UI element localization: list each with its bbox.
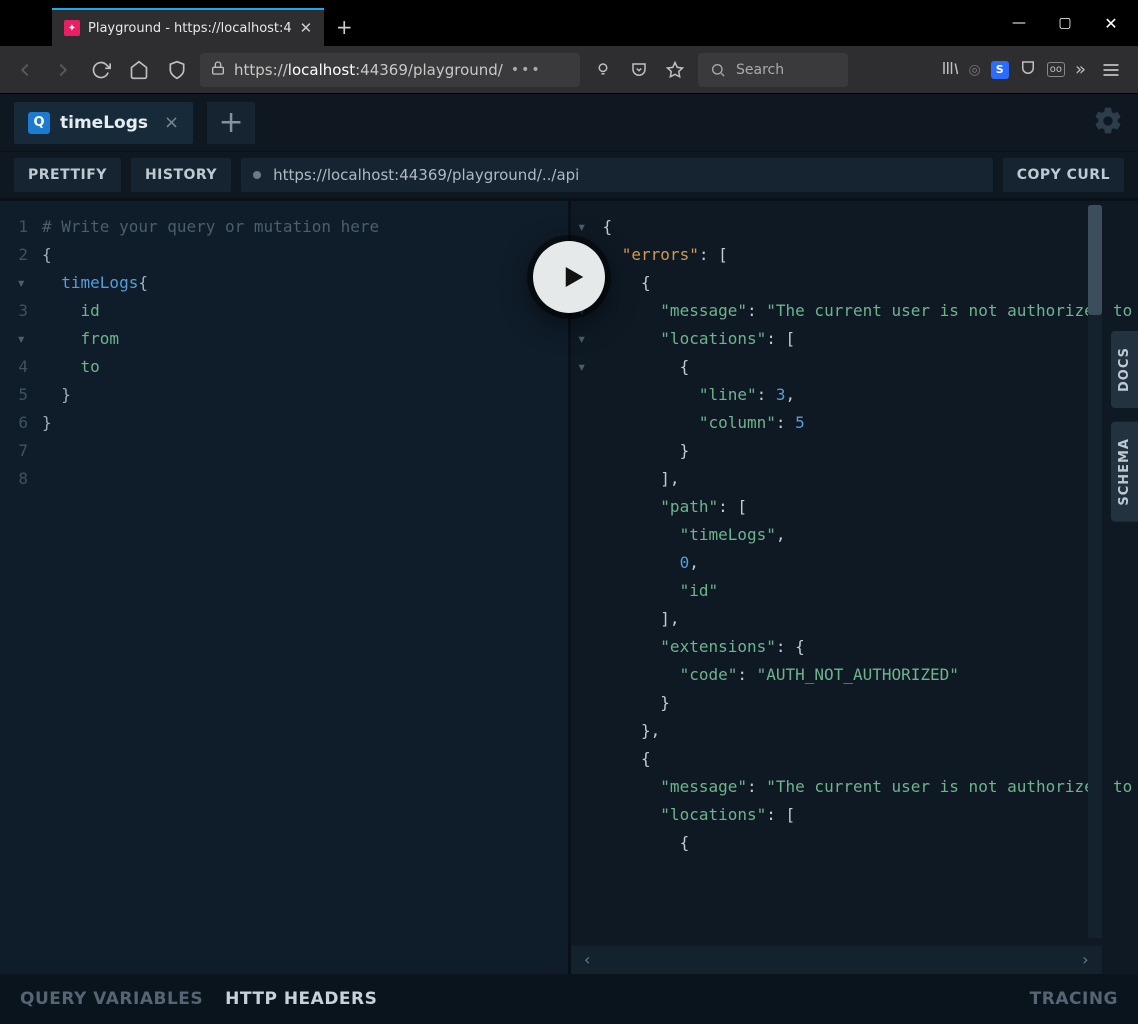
http-headers-tab[interactable]: HTTP HEADERS [225,989,377,1009]
query-variables-tab[interactable]: QUERY VARIABLES [20,989,203,1009]
app-window: ✦ Playground - https://localhost:4 ✕ + —… [0,0,1138,1024]
ublock-icon[interactable] [1019,59,1037,81]
new-browser-tab-button[interactable]: + [324,8,364,46]
query-type-badge: Q [28,112,50,134]
settings-button[interactable] [1092,105,1124,141]
shield-icon[interactable] [162,55,192,85]
docs-tab[interactable]: DOCS [1111,331,1138,408]
browser-menu-button[interactable] [1094,53,1128,87]
side-panel-tabs: DOCS SCHEMA [1111,331,1138,522]
execute-button[interactable] [533,241,605,313]
lock-icon [210,60,226,80]
query-editor[interactable]: 1 2 ▾ 3 ▾ 4 5 6 7 8 # Write your query o… [0,201,568,974]
extension-icon-s[interactable]: S [991,61,1009,79]
result-pane[interactable]: ▾ ▾ ▾ ▾ ▾ ▾ { "errors": [ { "message": "… [568,201,1138,974]
query-tab-name: timeLogs [60,113,148,133]
result-horizontal-scrollbar[interactable]: ‹ › [571,946,1103,974]
close-tab-icon[interactable]: ✕ [300,19,313,37]
scroll-left-icon[interactable]: ‹ [583,946,593,974]
result-scrollbar[interactable] [1088,205,1102,315]
gear-icon [1092,105,1124,137]
browser-tab[interactable]: ✦ Playground - https://localhost:4 ✕ [52,8,324,46]
maximize-button[interactable]: ▢ [1042,0,1088,46]
query-tabs-row: Q timeLogs × + [0,94,1138,152]
close-window-button[interactable]: ✕ [1088,0,1134,46]
tracing-tab[interactable]: TRACING [1030,989,1118,1009]
url-text: https://localhost:44369/playground/ [234,61,503,79]
workspace: 1 2 ▾ 3 ▾ 4 5 6 7 8 # Write your query o… [0,198,1138,974]
back-button[interactable] [10,55,40,85]
search-placeholder: Search [736,62,784,78]
forward-button[interactable] [48,55,78,85]
editor-gutter: 1 2 ▾ 3 ▾ 4 5 6 7 8 [0,201,38,974]
editor-code[interactable]: # Write your query or mutation here { ti… [38,201,568,974]
result-gutter: ▾ ▾ ▾ ▾ ▾ ▾ [571,201,599,974]
reload-button[interactable] [86,55,116,85]
play-icon [557,262,587,292]
playground-app: Q timeLogs × + PRETTIFY HISTORY https://… [0,94,1138,1024]
footer-bar: QUERY VARIABLES HTTP HEADERS TRACING [0,974,1138,1024]
new-query-tab-button[interactable]: + [207,102,255,144]
search-bar[interactable]: Search [698,53,848,87]
browser-navbar: https://localhost:44369/playground/ ••• … [0,46,1138,94]
extension-icon-1[interactable]: ◎ [969,62,981,78]
url-bar[interactable]: https://localhost:44369/playground/ ••• [200,53,580,87]
minimize-button[interactable]: — [996,0,1042,46]
prettify-button[interactable]: PRETTIFY [14,158,121,192]
toolbar-right-icons: ◎ S oo » [941,59,1086,81]
schema-tab[interactable]: SCHEMA [1111,422,1138,522]
copy-curl-button[interactable]: COPY CURL [1003,158,1124,192]
window-controls: — ▢ ✕ [996,0,1138,46]
search-icon [710,62,726,78]
query-tab-active[interactable]: Q timeLogs × [14,102,193,144]
browser-tab-title: Playground - https://localhost:4 [88,21,292,36]
library-icon[interactable] [941,59,959,81]
lightbulb-icon[interactable] [588,55,618,85]
status-dot-icon [253,171,261,179]
endpoint-value: https://localhost:44369/playground/../ap… [273,166,579,184]
endpoint-input[interactable]: https://localhost:44369/playground/../ap… [241,158,993,192]
overflow-icon[interactable]: » [1075,59,1086,80]
browser-titlebar: ✦ Playground - https://localhost:4 ✕ + —… [0,0,1138,46]
urlbar-right-icons [588,55,690,85]
result-code: { "errors": [ { "message": "The current … [599,201,1138,974]
close-query-tab-icon[interactable]: × [164,112,179,133]
home-button[interactable] [124,55,154,85]
scroll-right-icon[interactable]: › [1080,946,1090,974]
playground-toolbar: PRETTIFY HISTORY https://localhost:44369… [0,152,1138,198]
extension-icon-box[interactable]: oo [1047,62,1065,77]
page-actions-overflow-icon[interactable]: ••• [511,62,542,78]
pocket-icon[interactable] [624,55,654,85]
bookmark-star-icon[interactable] [660,55,690,85]
history-button[interactable]: HISTORY [131,158,231,192]
favicon-icon: ✦ [64,20,80,36]
